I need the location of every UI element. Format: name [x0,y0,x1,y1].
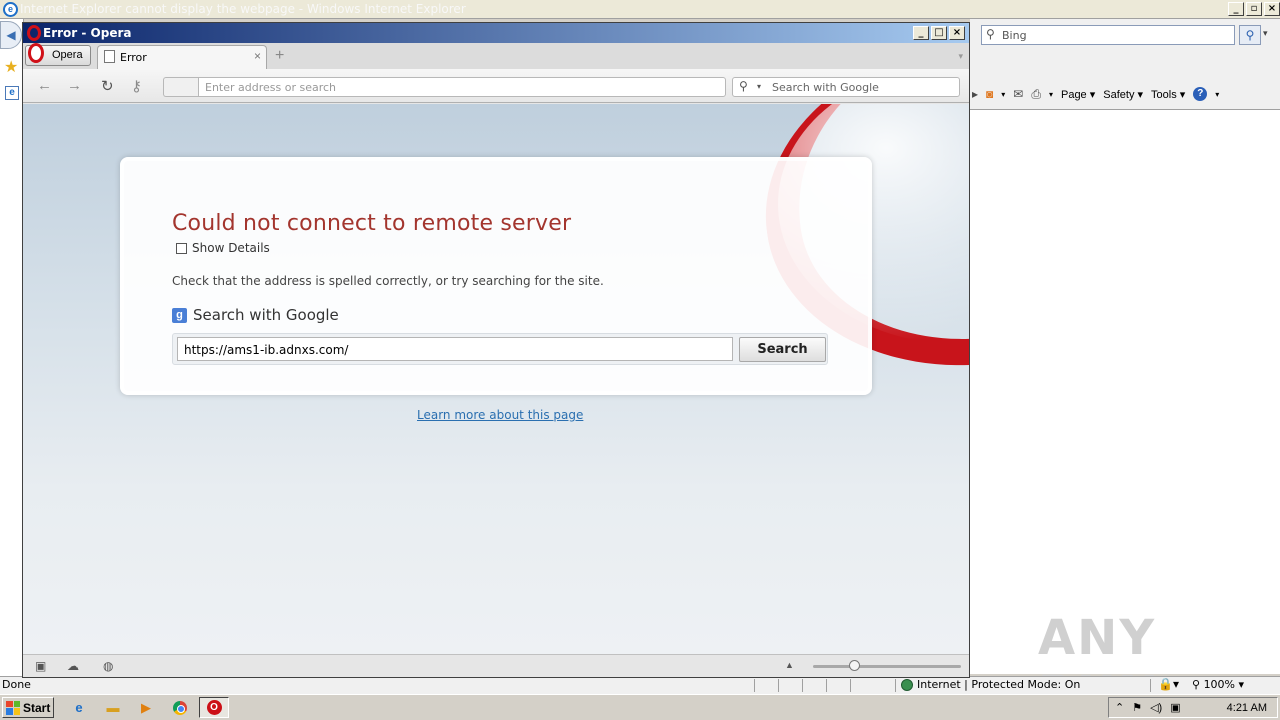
status-text: Done [2,678,31,691]
tools-menu[interactable]: Tools ▾ [1151,88,1185,101]
opera-title-bar: Error - Opera _ □ × [23,23,969,43]
taskbar-explorer-icon[interactable]: ▬ [98,697,128,718]
chevron-down-icon[interactable]: ▾ [958,51,963,62]
search-icon: ⚲ [739,79,748,93]
close-icon[interactable]: × [949,26,965,40]
zoom-slider[interactable] [813,660,961,671]
maximize-icon[interactable]: □ [931,26,947,40]
tab-error[interactable]: Error × [97,45,267,69]
show-details-toggle[interactable]: Show Details [176,241,270,255]
opera-window: Error - Opera _ □ × Opera Error × + ▾ ← … [22,22,970,678]
opera-logo-icon [27,25,41,41]
network-icon[interactable]: ▣ [1170,701,1180,714]
chevron-down-icon[interactable]: ▾ [1263,28,1268,39]
new-tab-icon[interactable]: + [275,47,284,65]
start-button[interactable]: Start [2,697,54,718]
lock-icon[interactable]: 🔒▾ [1158,677,1179,691]
favorites-star-icon[interactable]: ★ [4,57,18,77]
key-icon[interactable]: ⚷ [131,77,142,95]
panel-toggle-icon[interactable]: ▣ [35,659,46,673]
error-title: Could not connect to remote server [172,211,572,236]
close-icon[interactable]: × [1264,2,1280,16]
ie-command-bar: ▸ ◙ ▾ ✉ ⎙ ▾ Page ▾ Safety ▾ Tools ▾ ? ▾ [972,84,1278,104]
opera-window-title: Error - Opera [43,26,132,40]
show-details-checkbox[interactable] [176,242,187,254]
opera-tab-bar: Opera Error × + ▾ [23,43,969,69]
taskbar-ie-icon[interactable]: e [64,697,94,718]
tray-expand-icon[interactable]: ⌃ [1115,701,1124,714]
taskbar: Start e ▬ ▶ O ⌃ ⚑ ◁) ▣ 4:21 AM [0,694,1280,720]
google-search-input[interactable]: https://ams1-ib.adnxs.com/ [177,337,733,361]
chevron-down-icon[interactable]: ▾ [1215,90,1219,99]
restore-icon[interactable]: ▫ [1246,2,1262,16]
opera-page-content: Could not connect to remote server Show … [23,104,969,654]
zoom-slider-handle[interactable] [849,660,860,671]
back-icon[interactable]: ◀ [0,21,22,49]
ie-page-area [970,109,1280,674]
error-description: Check that the address is spelled correc… [172,274,604,288]
search-button[interactable]: Search [739,337,826,362]
ie-logo-icon: e [3,2,18,17]
search-with-google-heading: g Search with Google [172,306,339,324]
site-info-badge[interactable] [163,77,199,97]
speedometer-icon[interactable]: ◍ [103,659,113,673]
security-zone[interactable]: Internet | Protected Mode: On [901,678,1080,691]
google-icon: g [172,307,187,323]
opera-logo-icon [28,43,44,63]
print-icon[interactable]: ⎙ [1031,87,1041,102]
windows-logo-icon [6,700,20,715]
system-tray: ⌃ ⚑ ◁) ▣ 4:21 AM [1108,697,1278,718]
page-menu[interactable]: Page ▾ [1061,88,1095,101]
minimize-icon[interactable]: _ [913,26,929,40]
ie-window-title: Internet Explorer cannot display the web… [20,2,466,16]
cloud-icon[interactable]: ☁ [67,659,79,673]
ie-title-bar: e Internet Explorer cannot display the w… [0,0,1280,19]
close-tab-icon[interactable]: × [254,49,261,63]
search-icon: ⚲ [986,27,995,41]
opera-status-bar: ▣ ☁ ◍ ▲ [23,654,969,677]
error-card: Could not connect to remote server Show … [120,157,872,395]
reload-icon[interactable]: ↻ [101,77,114,95]
chevron-down-icon[interactable]: ▾ [1049,90,1053,99]
clock[interactable]: 4:21 AM [1227,702,1267,714]
ie-left-toolbar: ◀ ★ e [0,19,24,676]
address-input[interactable]: Enter address or search [198,77,726,97]
feeds-icon[interactable]: ◙ [986,87,993,101]
ie-search-button[interactable]: ⚲ [1239,25,1261,45]
safety-menu[interactable]: Safety ▾ [1103,88,1143,101]
mail-icon[interactable]: ✉ [1013,87,1023,101]
zoom-menu-icon[interactable]: ▲ [785,660,794,670]
google-search-form: https://ams1-ib.adnxs.com/ Search [172,333,828,365]
ie-search-placeholder: Bing [1002,29,1027,42]
minimize-icon[interactable]: _ [1228,2,1244,16]
toolbar-search-input[interactable]: ⚲ ▾ Search with Google [732,77,960,97]
zoom-level[interactable]: ⚲ 100% ▾ [1192,678,1244,691]
ie-status-bar: Done Internet | Protected Mode: On 🔒▾ ⚲ … [0,676,1280,694]
globe-icon [901,678,913,691]
help-icon[interactable]: ? [1193,87,1208,101]
opera-toolbar: ← → ↻ ⚷ Enter address or search ⚲ ▾ Sear… [23,69,969,103]
chevron-down-icon[interactable]: ▾ [757,82,761,91]
ie-window-controls: _ ▫ × [1228,2,1280,16]
ie-tab-favicon-icon[interactable]: e [5,86,19,100]
taskbar-opera-icon[interactable]: O [199,697,229,718]
chevron-down-icon[interactable]: ▾ [1001,90,1005,99]
opera-window-controls: _ □ × [913,26,965,40]
learn-more-link[interactable]: Learn more about this page [417,408,583,422]
volume-icon[interactable]: ◁) [1150,701,1162,714]
taskbar-media-player-icon[interactable]: ▶ [131,697,161,718]
taskbar-chrome-icon[interactable] [165,697,195,718]
ie-search-input[interactable]: ⚲ Bing [981,25,1235,45]
back-arrow-icon[interactable]: ← [37,77,52,94]
document-icon [104,50,115,63]
home-icon[interactable]: ▸ [972,87,978,101]
opera-menu-button[interactable]: Opera [25,43,91,66]
action-center-icon[interactable]: ⚑ [1132,701,1142,714]
forward-arrow-icon[interactable]: → [67,77,82,94]
